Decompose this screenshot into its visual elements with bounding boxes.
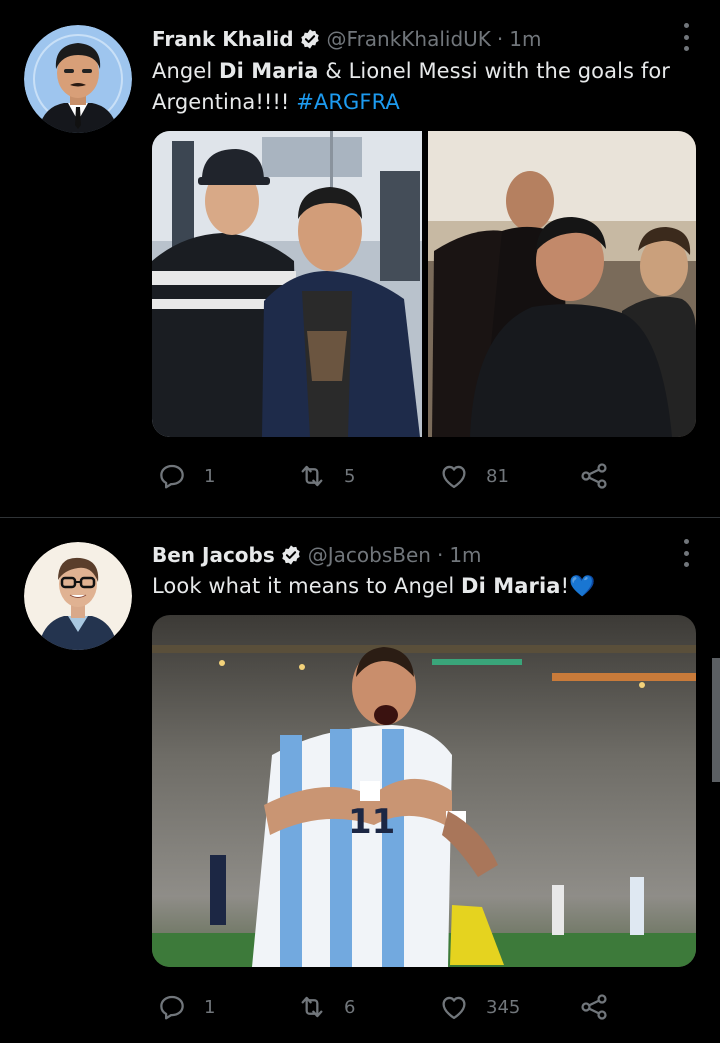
reply-button[interactable]: 1: [156, 458, 215, 494]
reply-icon: [160, 995, 184, 1020]
svg-text:11: 11: [348, 802, 395, 842]
avatar[interactable]: [24, 25, 132, 133]
like-button[interactable]: 81: [438, 458, 509, 494]
heart-icon: [442, 996, 466, 1020]
tweet-header: Ben Jacobs @JacobsBen · 1m: [152, 540, 482, 570]
hashtag-link[interactable]: #ARGFRA: [296, 90, 400, 114]
more-options-icon[interactable]: [682, 23, 690, 51]
like-count: 345: [486, 996, 521, 1018]
like-button[interactable]: 345: [438, 989, 520, 1025]
tweet-media[interactable]: 11: [152, 615, 696, 967]
reply-button[interactable]: 1: [156, 989, 215, 1025]
heart-icon: [442, 465, 466, 489]
retweet-count: 5: [344, 465, 356, 487]
avatar[interactable]: [24, 542, 132, 650]
share-button[interactable]: [578, 989, 610, 1025]
separator-dot: ·: [496, 27, 504, 51]
timestamp[interactable]: 1m: [449, 543, 481, 567]
share-icon: [581, 994, 607, 1020]
reply-icon: [160, 464, 184, 489]
tweet[interactable]: Ben Jacobs @JacobsBen · 1m Look what it …: [0, 518, 720, 1043]
media-photo-1[interactable]: 11: [152, 615, 696, 967]
reply-count: 1: [204, 996, 216, 1018]
author-name[interactable]: Frank Khalid: [152, 27, 294, 51]
tweet-media[interactable]: [152, 131, 696, 437]
blue-heart-emoji: 💙: [569, 574, 596, 598]
retweet-icon: [301, 465, 323, 487]
scrollbar-thumb[interactable]: [712, 658, 720, 782]
media-photo-2[interactable]: [428, 131, 696, 437]
retweet-count: 6: [344, 996, 356, 1018]
tweet-actions: 1 5 81: [152, 458, 622, 494]
more-options-icon[interactable]: [682, 539, 690, 567]
tweet-text: Look what it means to Angel Di Maria!💙: [152, 574, 596, 598]
timestamp[interactable]: 1m: [509, 27, 541, 51]
author-name[interactable]: Ben Jacobs: [152, 543, 275, 567]
retweet-button[interactable]: 6: [296, 989, 355, 1025]
share-icon: [581, 463, 607, 489]
share-button[interactable]: [578, 458, 610, 494]
tweet-header: Frank Khalid @FrankKhalidUK · 1m: [152, 24, 542, 54]
tweet[interactable]: Frank Khalid @FrankKhalidUK · 1m Angel D…: [0, 0, 720, 517]
media-photo-1[interactable]: [152, 131, 422, 437]
verified-badge-icon: [282, 545, 300, 565]
like-count: 81: [486, 465, 509, 487]
author-handle[interactable]: @JacobsBen: [308, 543, 431, 567]
tweet-text: Angel Di Maria & Lionel Messi with the g…: [152, 59, 671, 114]
tweet-actions: 1 6 345: [152, 989, 622, 1025]
separator-dot: ·: [436, 543, 444, 567]
retweet-icon: [301, 996, 323, 1018]
author-handle[interactable]: @FrankKhalidUK: [327, 27, 491, 51]
retweet-button[interactable]: 5: [296, 458, 355, 494]
reply-count: 1: [204, 465, 216, 487]
verified-badge-icon: [300, 29, 319, 49]
